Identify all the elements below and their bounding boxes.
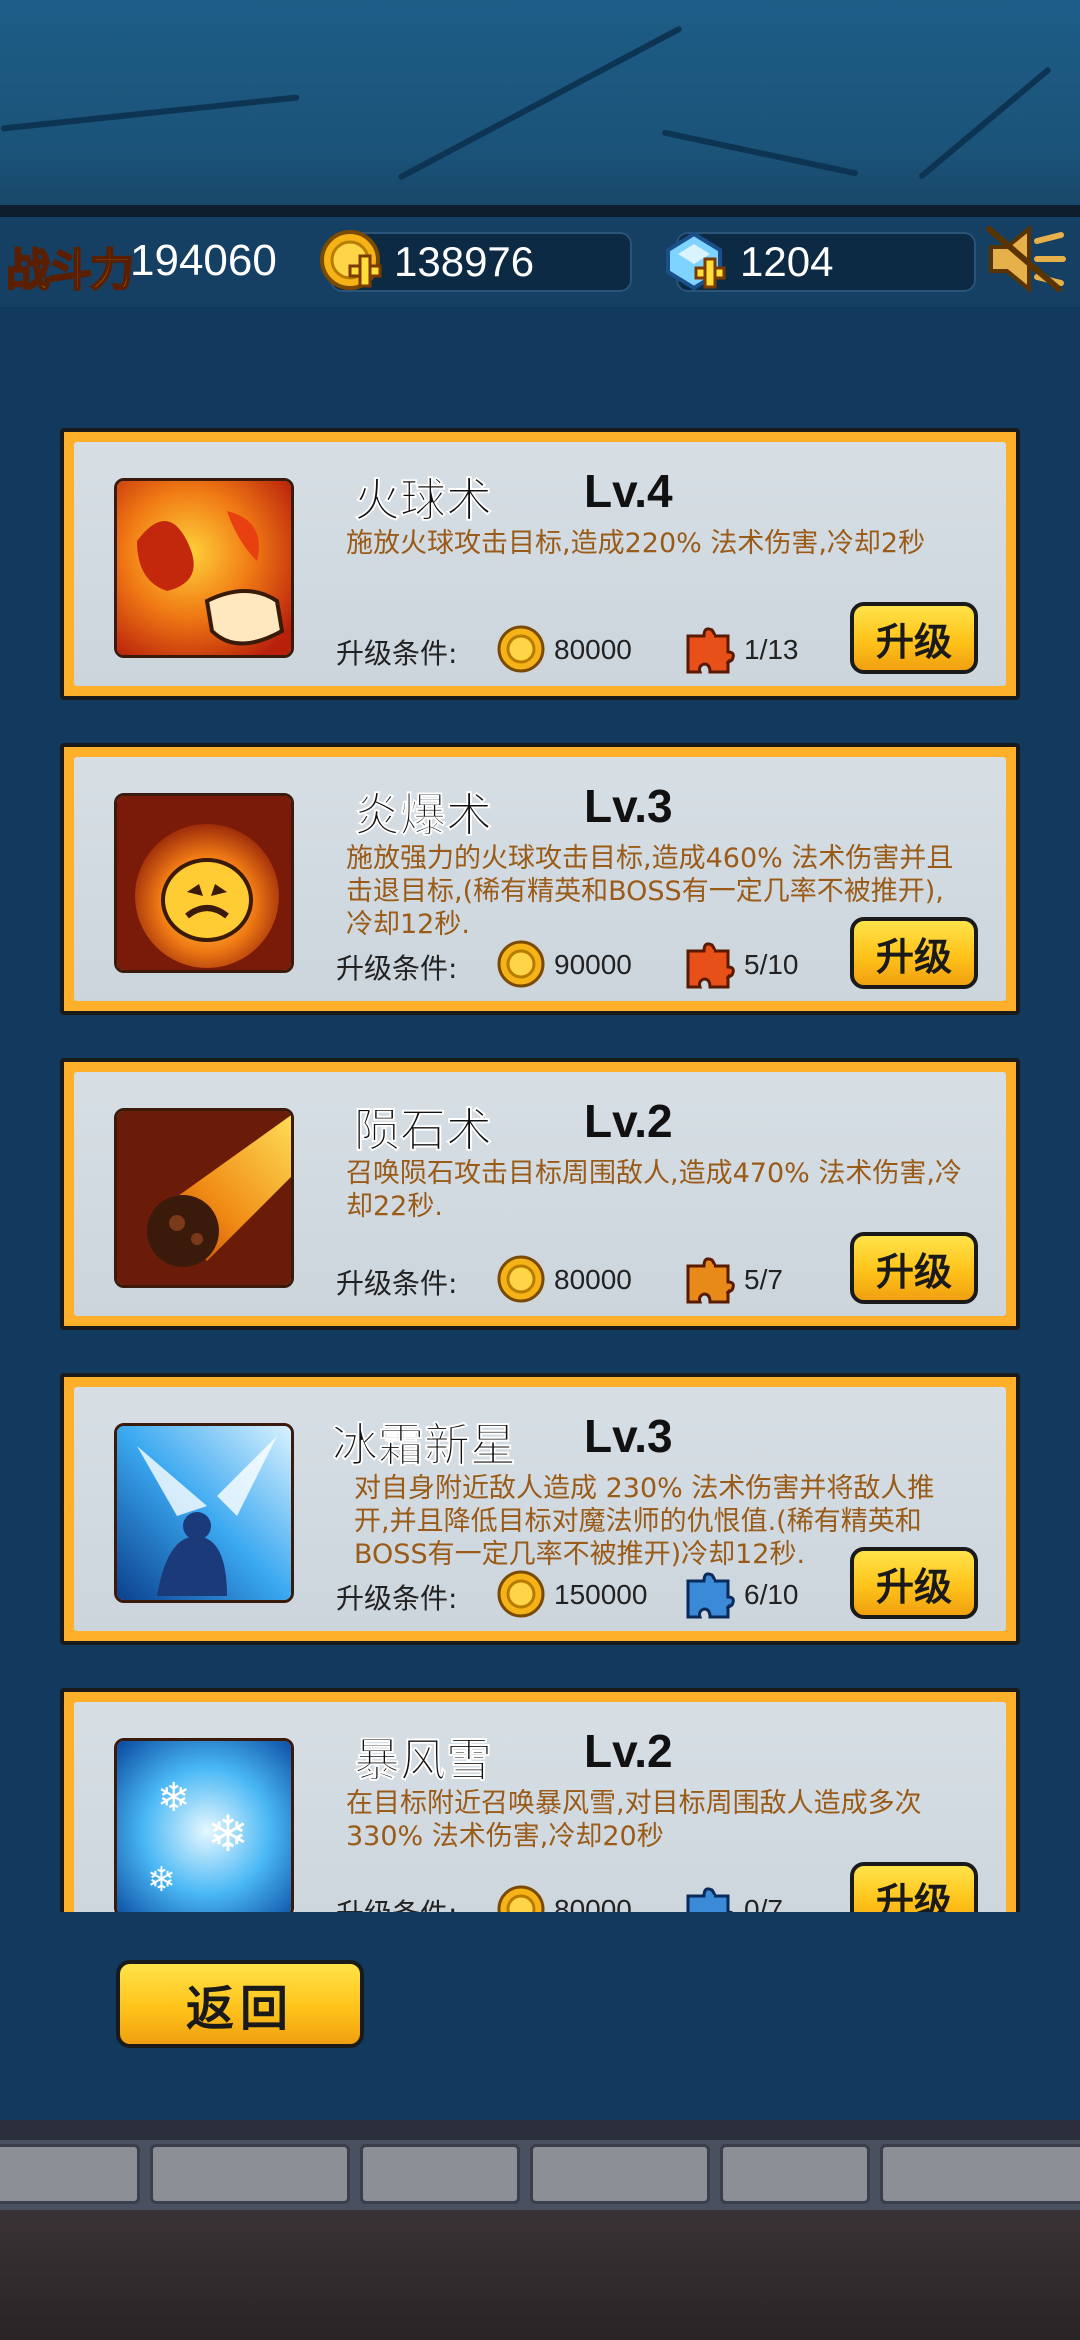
fragment-count: 0/7 bbox=[744, 1894, 783, 1912]
combat-power-label: 战斗力 bbox=[5, 244, 135, 297]
gold-value: 138976 bbox=[394, 238, 535, 285]
blizzard-skill-icon: ❄ ❄ ❄ bbox=[114, 1738, 294, 1912]
upgrade-condition-label: 升级条件: bbox=[336, 1582, 458, 1615]
floor-brick bbox=[150, 2144, 350, 2204]
gold-coin-icon bbox=[497, 940, 545, 988]
skill-list[interactable]: 火球术 Lv.4 施放火球攻击目标,造成220% 法术伤害,冷却2秒 升级条件:… bbox=[0, 420, 1080, 1912]
skill-description: 施放火球攻击目标,造成220% 法术伤害,冷却2秒 bbox=[346, 528, 926, 559]
back-button[interactable]: 返回 bbox=[116, 1960, 364, 2048]
skill-fragment-icon bbox=[686, 627, 735, 674]
upgrade-button[interactable]: 升级 bbox=[850, 1862, 978, 1912]
banner-frame bbox=[0, 205, 1080, 217]
skill-card: 冰霜新星 Lv.3 对自身附近敌人造成 230% 法术伤害并将敌人推开,并且降低… bbox=[60, 1373, 1020, 1645]
floor-brick bbox=[0, 2144, 140, 2204]
svg-text:❄: ❄ bbox=[207, 1805, 249, 1863]
skill-card: 火球术 Lv.4 施放火球攻击目标,造成220% 法术伤害,冷却2秒 升级条件:… bbox=[60, 428, 1020, 700]
sound-muted-icon[interactable] bbox=[985, 223, 1067, 295]
svg-text:❄: ❄ bbox=[147, 1860, 176, 1900]
floor-brick bbox=[360, 2144, 520, 2204]
fragment-count: 5/10 bbox=[744, 949, 799, 980]
skill-name: 冰霜新星 bbox=[332, 1418, 517, 1473]
skill-card: 炎爆术 Lv.3 施放强力的火球攻击目标,造成460% 法术伤害并且击退目标,(… bbox=[60, 743, 1020, 1015]
upgrade-button[interactable]: 升级 bbox=[850, 1232, 978, 1304]
upgrade-button[interactable]: 升级 bbox=[850, 917, 978, 989]
meteor-skill-icon bbox=[114, 1108, 294, 1288]
coin-plus-icon[interactable] bbox=[316, 226, 388, 298]
gold-coin-icon bbox=[497, 625, 545, 673]
skill-level: Lv.3 bbox=[584, 780, 673, 832]
gold-cost: 150000 bbox=[554, 1579, 648, 1610]
frost-nova-skill-icon bbox=[114, 1423, 294, 1603]
upgrade-condition-label: 升级条件: bbox=[336, 637, 458, 670]
skill-name: 陨石术 bbox=[354, 1103, 493, 1158]
gold-cost: 90000 bbox=[554, 949, 632, 980]
fragment-count: 1/13 bbox=[744, 634, 799, 665]
fireball-skill-icon bbox=[114, 478, 294, 658]
gold-cost: 80000 bbox=[554, 1264, 632, 1295]
combat-power-value: 194060 bbox=[130, 236, 277, 285]
skill-fragment-icon bbox=[686, 942, 735, 989]
skill-level: Lv.2 bbox=[584, 1095, 673, 1147]
skill-name: 炎爆术 bbox=[354, 788, 493, 843]
floor-bottom bbox=[0, 2210, 1080, 2340]
fragment-count: 5/7 bbox=[744, 1264, 783, 1295]
gold-cost: 80000 bbox=[554, 1894, 632, 1912]
skill-description: 召唤陨石攻击目标周围敌人,造成470% 法术伤害,冷却22秒. bbox=[346, 1158, 962, 1222]
upgrade-button[interactable]: 升级 bbox=[850, 1547, 978, 1619]
gold-coin-icon bbox=[497, 1570, 545, 1618]
upgrade-condition-label: 升级条件: bbox=[336, 1267, 458, 1300]
skill-level: Lv.4 bbox=[584, 465, 673, 517]
skill-fragment-icon bbox=[686, 1572, 735, 1619]
upgrade-condition-label: 升级条件: bbox=[336, 952, 458, 985]
gold-cost: 80000 bbox=[554, 634, 632, 665]
fragment-count: 6/10 bbox=[744, 1579, 799, 1610]
skill-level: Lv.3 bbox=[584, 1410, 673, 1462]
gem-plus-icon[interactable] bbox=[660, 226, 732, 298]
floor-brick bbox=[530, 2144, 710, 2204]
gold-coin-icon bbox=[497, 1885, 545, 1912]
gold-coin-icon bbox=[497, 1255, 545, 1303]
top-banner bbox=[0, 0, 1080, 215]
upgrade-button[interactable]: 升级 bbox=[850, 602, 978, 674]
floor-brick bbox=[720, 2144, 870, 2204]
skill-card: ❄ ❄ ❄ 暴风雪 Lv.2 在目标附近召唤暴风雪,对目标周围敌人造成多次 33… bbox=[60, 1688, 1020, 1912]
skill-description: 在目标附近召唤暴风雪,对目标周围敌人造成多次 330% 法术伤害,冷却20秒 bbox=[346, 1788, 922, 1852]
skill-level: Lv.2 bbox=[584, 1725, 673, 1777]
skill-name: 火球术 bbox=[354, 473, 493, 528]
skill-name: 暴风雪 bbox=[354, 1733, 493, 1788]
pyroblast-skill-icon bbox=[114, 793, 294, 973]
floor-brick bbox=[880, 2144, 1080, 2204]
skill-fragment-icon bbox=[686, 1257, 735, 1304]
skill-card: 陨石术 Lv.2 召唤陨石攻击目标周围敌人,造成470% 法术伤害,冷却22秒.… bbox=[60, 1058, 1020, 1330]
skill-fragment-icon bbox=[686, 1887, 734, 1912]
gem-value: 1204 bbox=[740, 238, 834, 285]
upgrade-condition-label: 升级条件: bbox=[336, 1892, 457, 1912]
svg-text:❄: ❄ bbox=[157, 1775, 191, 1821]
